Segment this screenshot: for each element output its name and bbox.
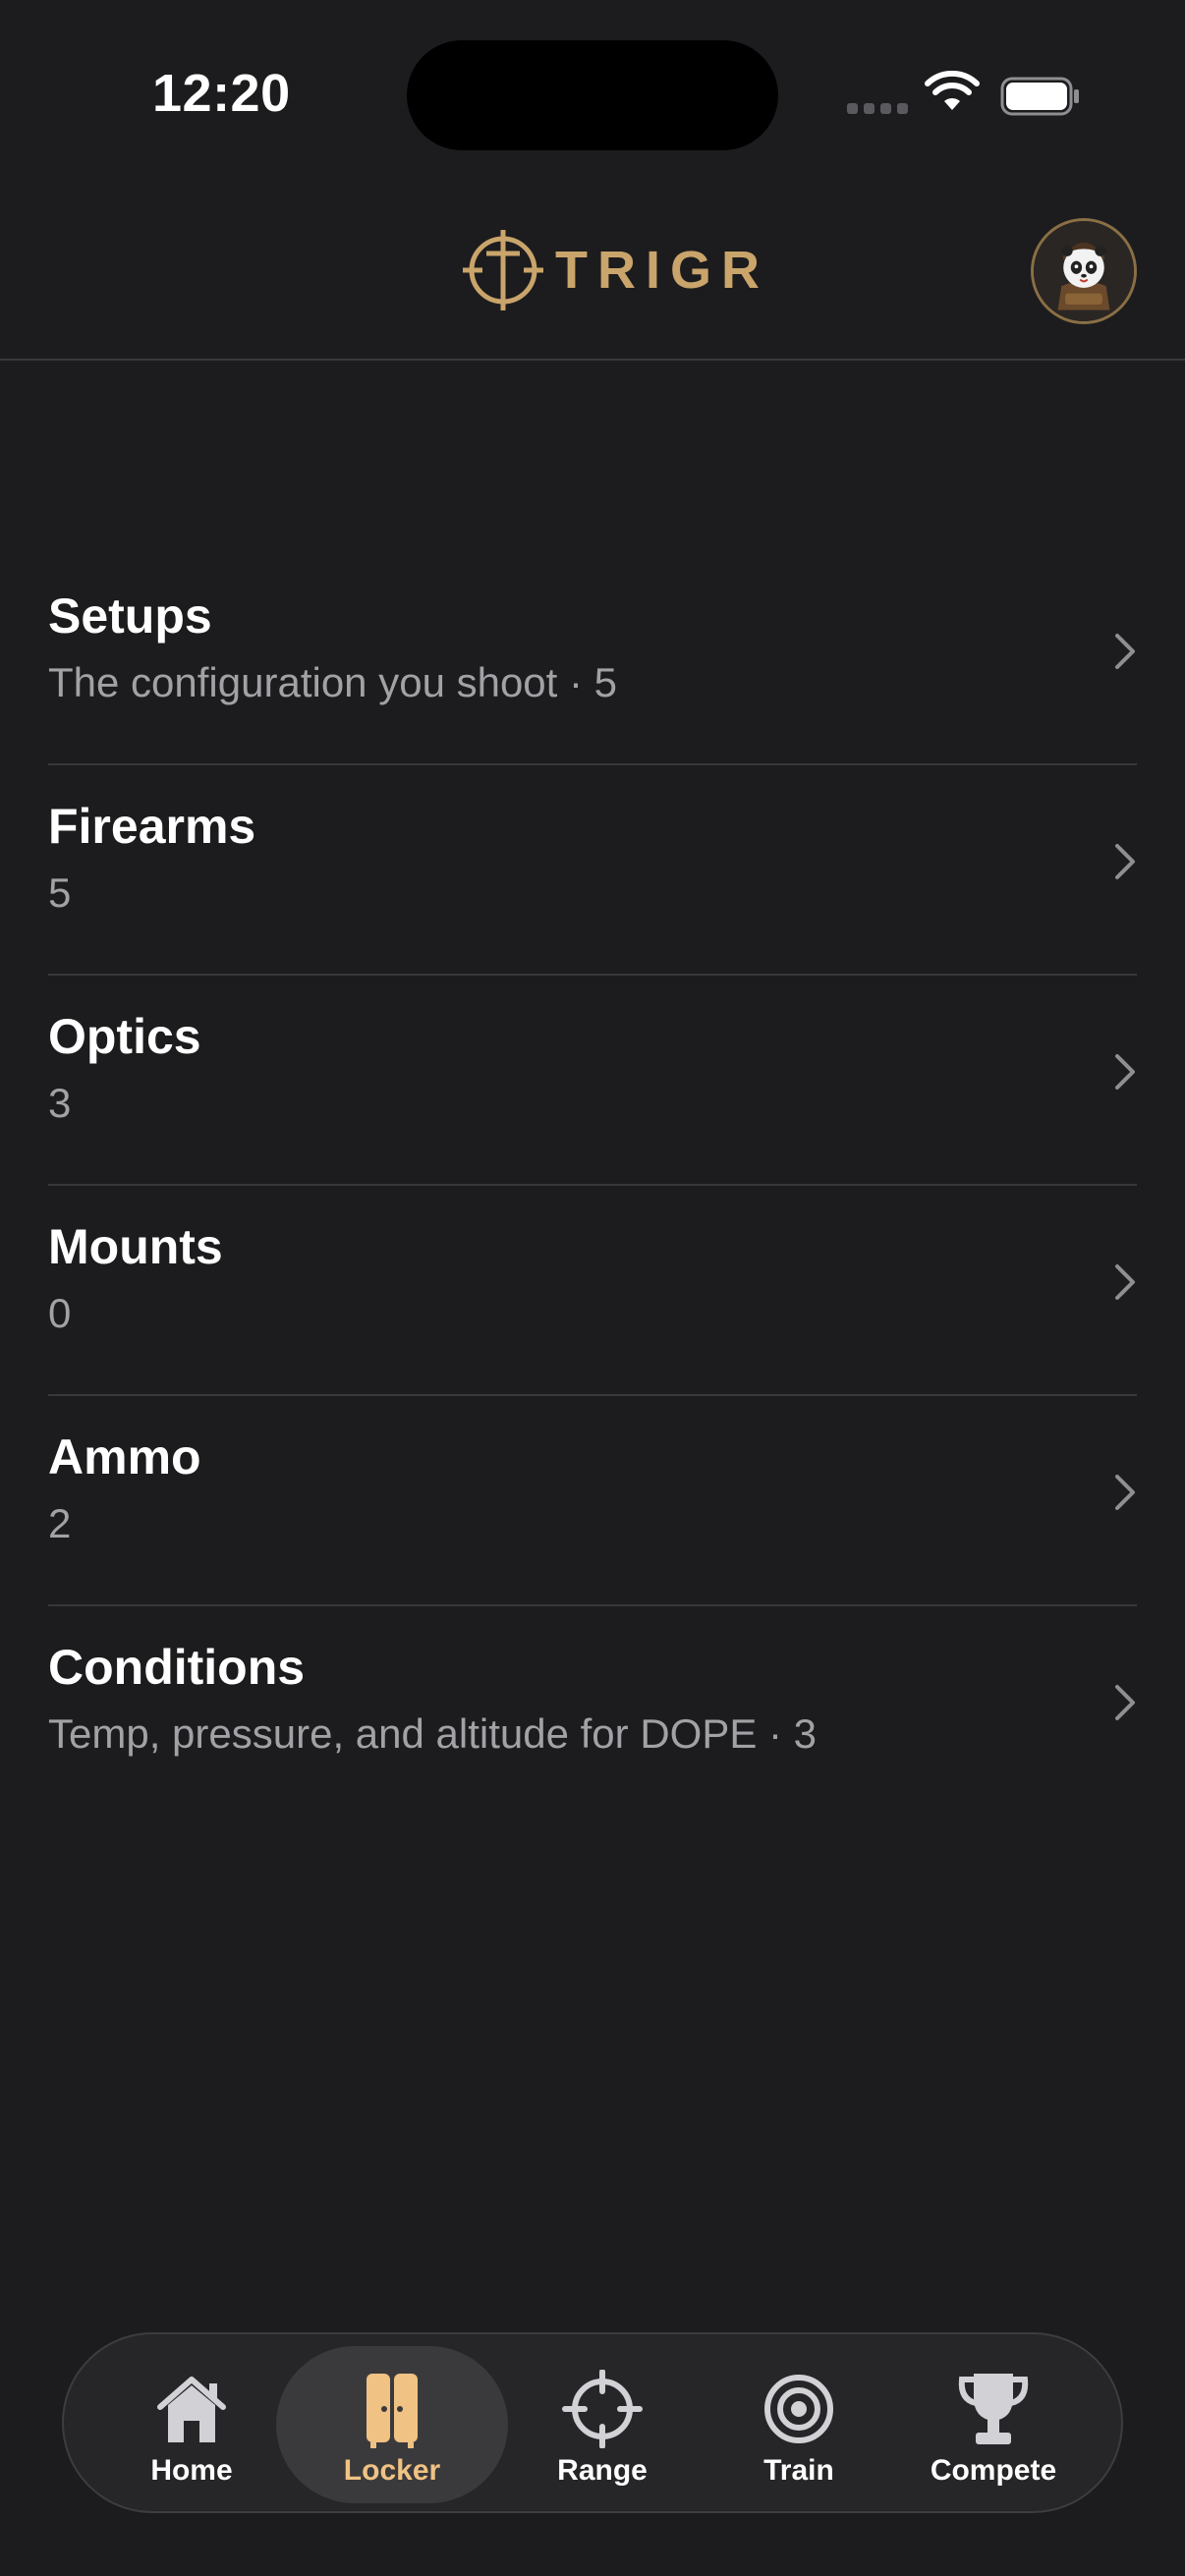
tab-home[interactable]: Home [113, 2346, 270, 2503]
target-icon [764, 2375, 833, 2443]
tab-label: Train [763, 2454, 834, 2487]
item-title: Conditions [48, 1640, 306, 1695]
chevron-right-icon [1115, 844, 1135, 879]
list-item-setups[interactable]: Setups The configuration you shoot · 5 [48, 555, 1137, 765]
item-subtitle: 2 [48, 1500, 72, 1546]
tab-range[interactable]: Range [514, 2346, 691, 2503]
logo-text: TRIGR [555, 241, 769, 300]
item-subtitle: Temp, pressure, and altitude for DOPE · … [48, 1710, 818, 1757]
tab-train[interactable]: Train [720, 2346, 877, 2503]
status-bar: 12:20 [0, 0, 1185, 187]
item-subtitle: 3 [48, 1080, 72, 1126]
list-item-firearms[interactable]: Firearms 5 [48, 765, 1137, 976]
trophy-icon [958, 2374, 1029, 2444]
crosshair-logo-icon [463, 230, 543, 310]
locker-icon [367, 2374, 418, 2448]
cellular-signal-icon [847, 103, 908, 114]
avatar[interactable] [1031, 218, 1137, 324]
item-title: Optics [48, 1009, 201, 1064]
item-title: Firearms [48, 799, 256, 854]
chevron-right-icon [1115, 1475, 1135, 1510]
app-header: TRIGR [0, 187, 1185, 361]
list-item-optics[interactable]: Optics 3 [48, 976, 1137, 1186]
tab-label: Locker [343, 2454, 441, 2487]
list-item-mounts[interactable]: Mounts 0 [48, 1186, 1137, 1396]
chevron-right-icon [1115, 1264, 1135, 1300]
item-title: Ammo [48, 1429, 201, 1484]
wifi-icon [925, 71, 980, 110]
dynamic-island [407, 40, 778, 150]
tab-bar: Home Locker Range Train Compete [62, 2332, 1123, 2513]
tab-label: Compete [930, 2454, 1057, 2487]
tab-label: Home [150, 2454, 233, 2487]
item-subtitle: 5 [48, 869, 72, 916]
tab-compete[interactable]: Compete [905, 2346, 1082, 2503]
home-icon [157, 2377, 226, 2442]
app-logo[interactable]: TRIGR [461, 228, 769, 312]
panda-avatar-icon [1034, 221, 1134, 321]
list-item-conditions[interactable]: Conditions Temp, pressure, and altitude … [48, 1606, 1137, 1817]
chevron-right-icon [1115, 1054, 1135, 1090]
status-time: 12:20 [152, 64, 291, 123]
chevron-right-icon [1115, 1685, 1135, 1720]
crosshair-icon [562, 2370, 643, 2448]
item-subtitle: The configuration you shoot · 5 [48, 659, 618, 705]
item-title: Setups [48, 588, 212, 644]
item-subtitle: 0 [48, 1290, 72, 1336]
battery-icon [1000, 77, 1079, 116]
tab-locker[interactable]: Locker [276, 2346, 508, 2503]
locker-screen: 12:20 TRIGR Setups The configuration you… [0, 0, 1185, 2576]
tab-label: Range [557, 2454, 648, 2487]
locker-category-list: Setups The configuration you shoot · 5 F… [48, 555, 1137, 1817]
chevron-right-icon [1115, 634, 1135, 669]
item-title: Mounts [48, 1219, 223, 1274]
list-item-ammo[interactable]: Ammo 2 [48, 1396, 1137, 1606]
